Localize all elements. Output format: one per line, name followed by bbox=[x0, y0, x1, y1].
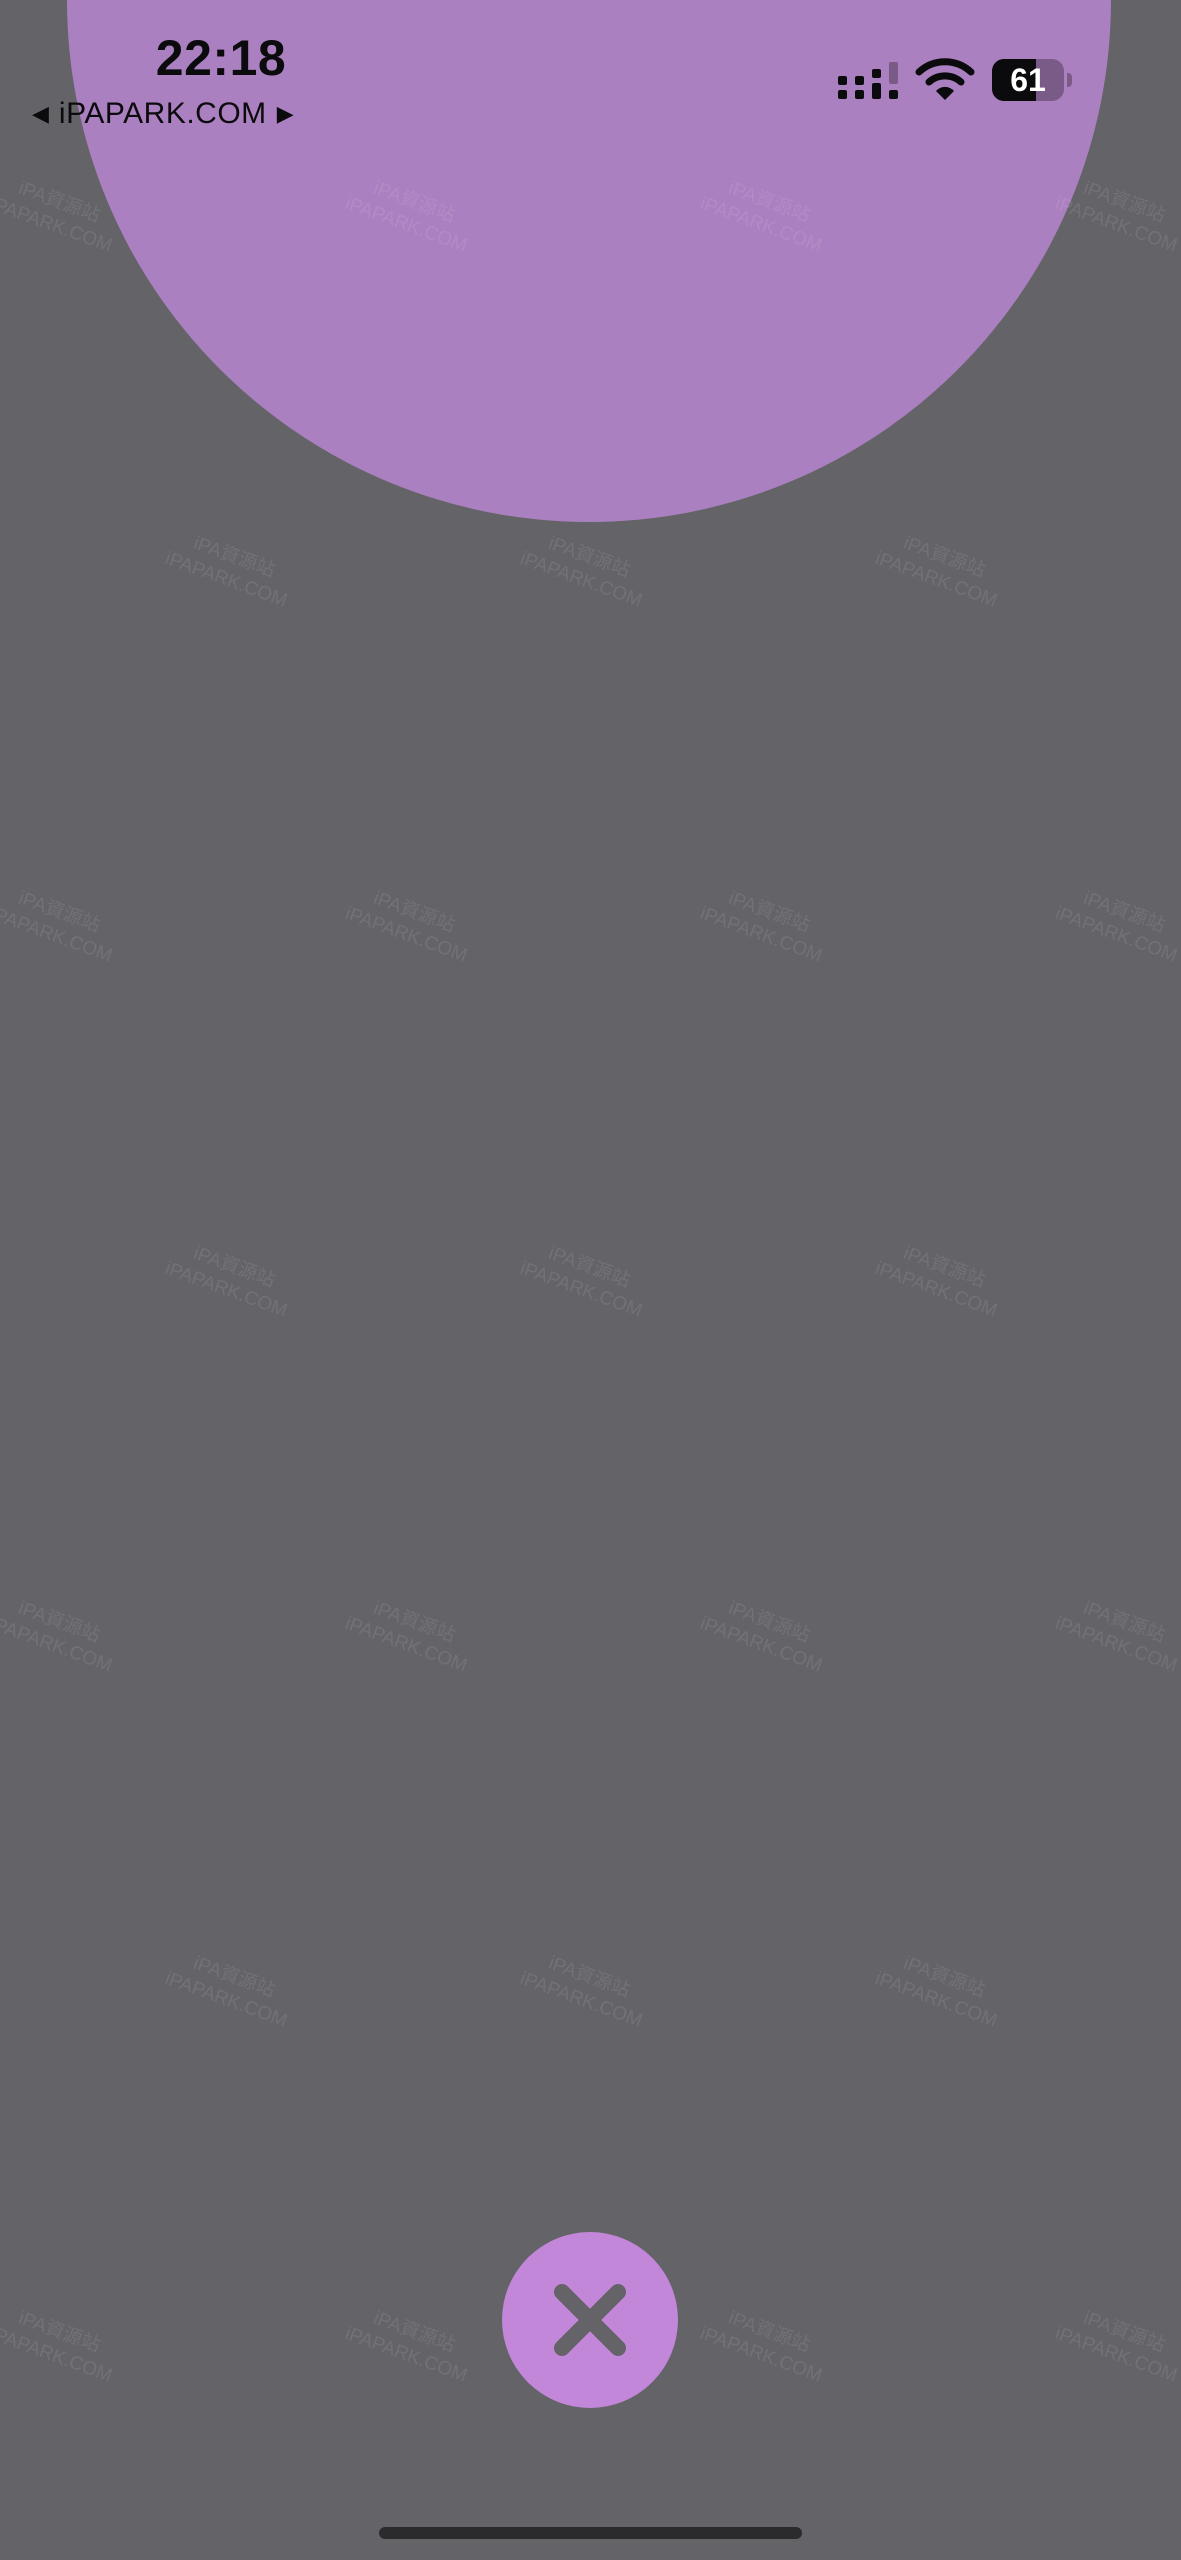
status-time: 22:18 bbox=[155, 30, 287, 86]
back-arrow-icon: ◀ bbox=[32, 101, 49, 126]
battery-cap bbox=[1067, 73, 1072, 87]
watermark: iPA資源站iPAPARK.COM bbox=[1052, 2307, 1180, 2387]
watermark: iPA資源站iPAPARK.COM bbox=[517, 532, 645, 612]
watermark: iPA資源站iPAPARK.COM bbox=[342, 1597, 470, 1677]
watermark: iPA資源站iPAPARK.COM bbox=[1052, 887, 1180, 967]
watermark: iPA資源站iPAPARK.COM bbox=[0, 887, 115, 967]
watermark: iPA資源站iPAPARK.COM bbox=[162, 1952, 290, 2032]
battery-level: 61 bbox=[1010, 62, 1046, 98]
watermark: iPA資源站iPAPARK.COM bbox=[162, 1242, 290, 1322]
watermark: iPA資源站iPAPARK.COM bbox=[1052, 1597, 1180, 1677]
watermark: iPA資源站iPAPARK.COM bbox=[697, 1597, 825, 1677]
watermark: iPA資源站iPAPARK.COM bbox=[517, 1952, 645, 2032]
watermark: iPA資源站iPAPARK.COM bbox=[697, 2307, 825, 2387]
watermark: iPA資源站iPAPARK.COM bbox=[342, 887, 470, 967]
back-to-app-label: iPAPARK.COM bbox=[58, 97, 267, 130]
home-indicator[interactable] bbox=[379, 2527, 802, 2539]
watermark: iPA資源站iPAPARK.COM bbox=[0, 2307, 115, 2387]
close-icon bbox=[554, 2284, 626, 2356]
status-bar: 22:18 ◀ iPAPARK.COM ▶ 61 bbox=[0, 0, 1181, 150]
close-button[interactable] bbox=[502, 2232, 678, 2408]
watermark: iPA資源站iPAPARK.COM bbox=[872, 1952, 1000, 2032]
watermark: iPA資源站iPAPARK.COM bbox=[872, 1242, 1000, 1322]
app-screen: iPA資源站 iPAPARK.COM iPA資源站 iPAPARK.COM iPA資… bbox=[0, 0, 1181, 2560]
forward-arrow-icon: ▶ bbox=[276, 101, 294, 126]
watermark: iPA資源站iPAPARK.COM bbox=[0, 1597, 115, 1677]
watermark: iPA資源站iPAPARK.COM bbox=[162, 532, 290, 612]
back-to-app-link[interactable]: ◀ iPAPARK.COM ▶ bbox=[32, 94, 294, 134]
watermark: iPA資源站iPAPARK.COM bbox=[517, 1242, 645, 1322]
watermark: iPA資源站iPAPARK.COM bbox=[342, 2307, 470, 2387]
watermark: iPA資源站iPAPARK.COM bbox=[872, 532, 1000, 612]
wifi-icon bbox=[915, 58, 975, 100]
watermark: iPA資源站iPAPARK.COM bbox=[697, 887, 825, 967]
battery-icon: 61 bbox=[992, 59, 1072, 101]
cellular-signal-icon bbox=[838, 62, 898, 99]
